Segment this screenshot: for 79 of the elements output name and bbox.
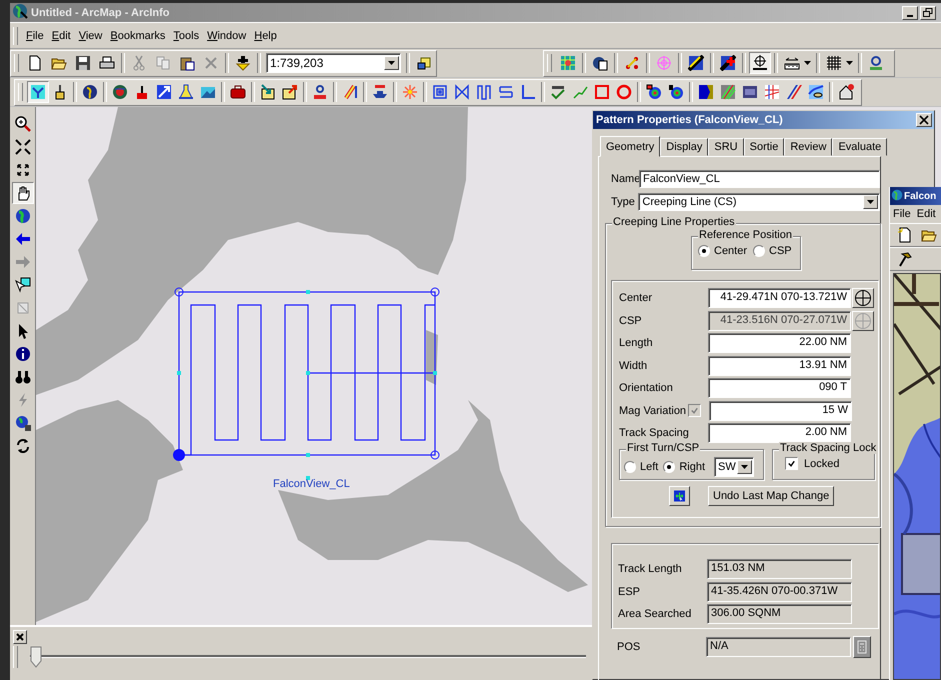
tab[interactable]: Geometry xyxy=(600,136,660,157)
dialog-title: Pattern Properties (FalconView_CL) xyxy=(596,114,783,126)
radio-option[interactable]: Center xyxy=(698,245,748,257)
checkbox[interactable] xyxy=(785,457,798,470)
menu-item[interactable]: Tools xyxy=(169,30,204,42)
radio-option[interactable]: Left xyxy=(624,461,658,473)
group-title: Creeping Line Properties xyxy=(612,216,736,228)
field-label: ESP xyxy=(618,586,642,598)
value-field[interactable]: 41-29.471N 070-13.721W xyxy=(708,288,851,308)
caret-icon xyxy=(388,61,395,65)
value-field: N/A xyxy=(706,637,851,657)
group-title: First Turn/CSP xyxy=(626,442,700,454)
slider-thumb[interactable] xyxy=(30,646,42,668)
name-field[interactable]: FalconView_CL xyxy=(639,170,880,188)
minimize-icon xyxy=(907,14,913,16)
group-title: Track Spacing Lock xyxy=(779,442,878,454)
field-label: Name xyxy=(611,173,639,185)
map-arrows-icon[interactable] xyxy=(669,486,690,506)
field-label: Track Spacing xyxy=(619,427,690,439)
restore-icon xyxy=(922,6,934,18)
scale-dropdown[interactable]: 1:739,203 xyxy=(266,53,401,73)
restore-button[interactable] xyxy=(920,6,936,20)
value-field[interactable]: 2.00 NM xyxy=(708,423,851,443)
field-label: Orientation xyxy=(619,382,674,394)
close-button[interactable] xyxy=(916,113,932,127)
field-label: Type xyxy=(611,196,636,208)
field-label: Center xyxy=(619,292,654,304)
field-label: Length xyxy=(619,337,654,349)
window-title: Untitled - ArcMap - ArcInfo xyxy=(31,6,170,18)
tab[interactable]: Review xyxy=(784,138,832,156)
value-field[interactable]: 15 W xyxy=(709,400,852,420)
value-field: 151.03 NM xyxy=(707,559,852,579)
menu-item[interactable]: Help xyxy=(250,30,281,42)
type-dropdown[interactable]: Creeping Line (CS) xyxy=(638,193,880,211)
value-field: 41-35.426N 070-00.371W xyxy=(707,582,852,602)
radio-option[interactable]: Right xyxy=(663,461,706,473)
checkmark-icon xyxy=(690,406,699,415)
field-label: POS xyxy=(617,641,642,653)
menu-item[interactable]: View xyxy=(74,30,106,42)
field-label: CSP xyxy=(619,314,643,326)
menu-item[interactable]: File xyxy=(890,208,914,220)
cross-icon[interactable] xyxy=(717,52,739,74)
grid-icon xyxy=(826,55,842,71)
checkbox-option[interactable]: Locked xyxy=(785,457,874,470)
close-button[interactable] xyxy=(13,630,27,644)
field-label: Area Searched xyxy=(618,608,692,620)
value-field[interactable]: 13.91 NM xyxy=(708,356,851,376)
crosshair-icon[interactable] xyxy=(749,52,771,74)
radio-option[interactable]: CSP xyxy=(753,245,792,257)
caret-icon xyxy=(741,465,748,469)
undo-button[interactable]: Undo Last Map Change xyxy=(708,486,834,506)
menu-item[interactable]: File xyxy=(22,30,48,42)
tab[interactable]: Evaluate xyxy=(832,138,888,156)
hand-icon[interactable] xyxy=(12,182,34,204)
tab[interactable]: SRU xyxy=(708,138,744,156)
field-label: Width xyxy=(619,360,648,372)
checkmark-icon xyxy=(787,459,796,468)
direction-dropdown[interactable]: SW xyxy=(714,457,754,477)
map-pointer-icon[interactable] xyxy=(27,81,49,103)
menu-item[interactable]: Window xyxy=(203,30,250,42)
menu-item[interactable]: Bookmarks xyxy=(106,30,170,42)
tab[interactable]: Sortie xyxy=(744,138,784,156)
group-title: Reference Position xyxy=(698,229,793,241)
value-field: 306.00 SQNM xyxy=(707,604,852,624)
map-label: FalconView_CL xyxy=(273,478,350,490)
caret-icon xyxy=(867,200,874,204)
slash-icon[interactable] xyxy=(685,52,707,74)
value-field[interactable]: 22.00 NM xyxy=(708,333,851,353)
caret-icon xyxy=(846,61,852,65)
tab[interactable]: Display xyxy=(660,138,708,156)
menu-item[interactable]: Edit xyxy=(914,208,939,220)
minimize-button[interactable] xyxy=(902,6,918,20)
ruler-icon xyxy=(784,55,800,71)
field-label: Mag Variation xyxy=(619,404,688,416)
window-title: Falcon xyxy=(904,190,936,202)
menu-item[interactable]: Edit xyxy=(48,30,75,42)
field-label: Track Length xyxy=(618,563,683,575)
caret-icon xyxy=(804,61,810,65)
value-field[interactable]: 090 T xyxy=(708,378,851,398)
